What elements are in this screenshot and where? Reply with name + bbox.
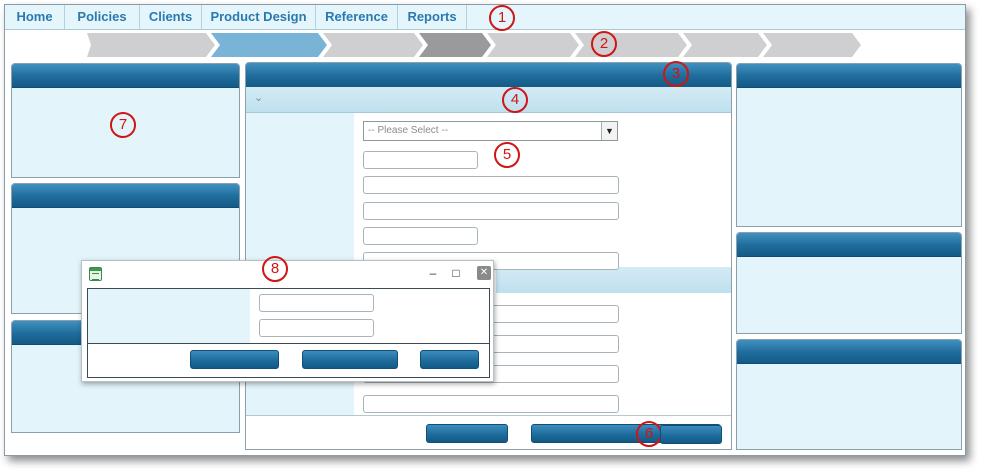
top-nav: Home Policies Clients Product Design Ref…: [5, 5, 965, 30]
progress-step-5[interactable]: [487, 33, 579, 57]
select-placeholder: -- Please Select --: [368, 125, 449, 136]
section-header[interactable]: ⌄: [246, 87, 731, 113]
right-panel-2: [736, 232, 962, 334]
form-window-icon: [89, 267, 102, 281]
footer-button-1[interactable]: [426, 424, 508, 443]
progress-step-2[interactable]: [211, 33, 327, 57]
center-panel-header: [246, 63, 731, 87]
dialog-field-1[interactable]: [259, 294, 374, 312]
text-field-2[interactable]: [363, 202, 619, 220]
panel-header: [737, 233, 961, 257]
dialog-divider: [88, 343, 489, 344]
center-form-panel: ⌄ -- Please Select -- ▼: [245, 62, 732, 450]
progress-step-8[interactable]: [763, 33, 861, 57]
annotation-marker-2: 2: [591, 31, 617, 57]
progress-step-3[interactable]: [323, 33, 423, 57]
section-header-2: [496, 267, 731, 293]
progress-steps: [5, 33, 965, 57]
dropdown-arrow-icon[interactable]: ▼: [601, 122, 617, 140]
chevron-down-icon[interactable]: ⌄: [254, 92, 266, 104]
annotation-marker-6: 6: [636, 421, 662, 447]
panel-header: [737, 340, 961, 364]
dialog-button-3[interactable]: [420, 350, 479, 369]
progress-step-1[interactable]: [87, 33, 215, 57]
nav-clients[interactable]: Clients: [140, 5, 202, 30]
text-field-7[interactable]: [363, 395, 619, 413]
right-panel-3: [736, 339, 962, 450]
dialog-button-1[interactable]: [190, 350, 279, 369]
dialog-body: [87, 288, 490, 378]
panel-header: [737, 64, 961, 88]
app-window: Home Policies Clients Product Design Ref…: [4, 4, 966, 456]
nav-reference[interactable]: Reference: [316, 5, 398, 30]
dialog-button-2[interactable]: [302, 350, 398, 369]
short-field-2[interactable]: [363, 227, 478, 245]
nav-home[interactable]: Home: [5, 5, 65, 30]
panel-header: [12, 64, 239, 88]
minimize-icon[interactable]: –: [426, 266, 440, 280]
annotation-marker-7: 7: [110, 112, 136, 138]
annotation-marker-1: 1: [489, 5, 515, 31]
text-field-1[interactable]: [363, 176, 619, 194]
short-field-1[interactable]: [363, 151, 478, 169]
annotation-marker-5: 5: [494, 142, 520, 168]
panel-header: [12, 184, 239, 208]
annotation-marker-4: 4: [502, 87, 528, 113]
dialog-label-column: [88, 289, 250, 343]
nav-product-design[interactable]: Product Design: [202, 5, 316, 30]
annotation-marker-3: 3: [663, 61, 689, 87]
right-panel-1: [736, 63, 962, 227]
nav-policies[interactable]: Policies: [65, 5, 140, 30]
progress-step-4[interactable]: [419, 33, 491, 57]
footer-button-3[interactable]: [660, 425, 722, 444]
type-select[interactable]: -- Please Select -- ▼: [363, 121, 618, 141]
progress-step-7[interactable]: [683, 33, 767, 57]
annotation-marker-8: 8: [262, 256, 288, 282]
close-icon[interactable]: ✕: [477, 266, 491, 280]
popup-dialog: – □ ✕: [81, 260, 494, 382]
maximize-icon[interactable]: □: [449, 266, 463, 280]
dialog-field-2[interactable]: [259, 319, 374, 337]
nav-reports[interactable]: Reports: [398, 5, 467, 30]
